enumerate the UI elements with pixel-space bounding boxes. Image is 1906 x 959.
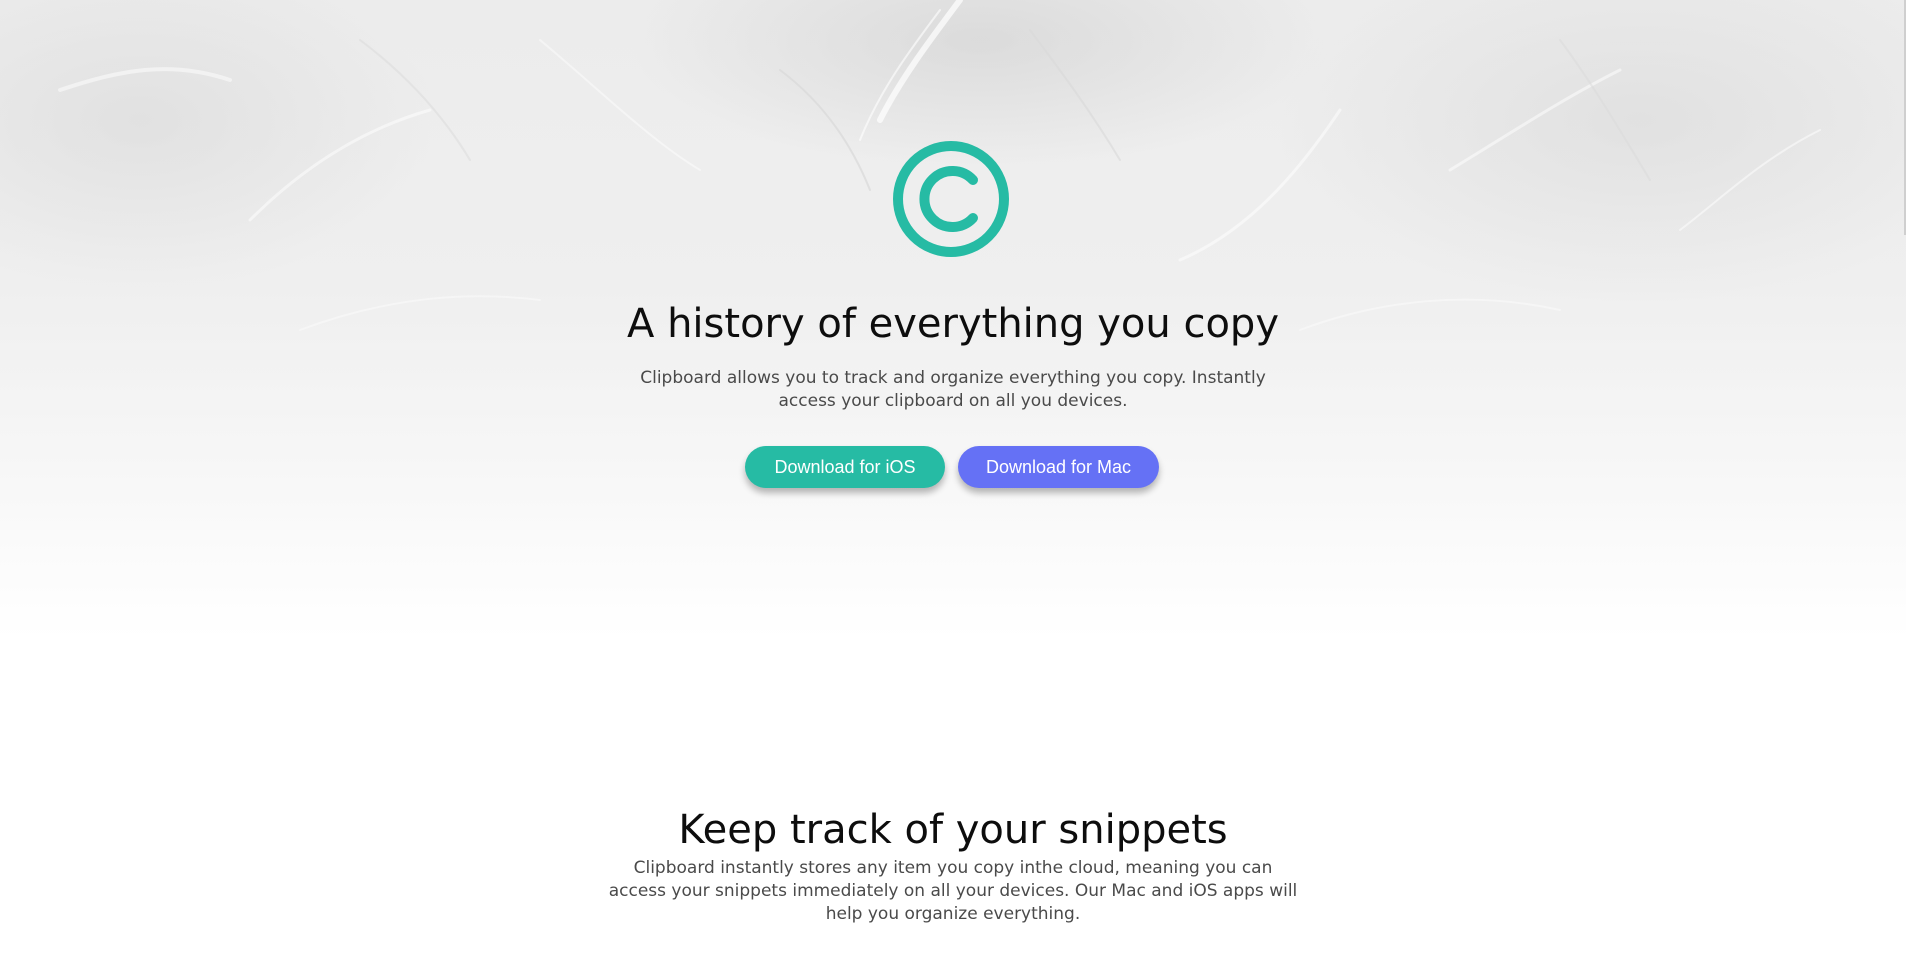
hero-description: Clipboard allows you to track and organi… <box>640 368 1266 411</box>
clipboard-logo <box>891 139 1011 259</box>
copyright-icon <box>893 141 1009 257</box>
download-mac-button[interactable]: Download for Mac <box>958 446 1159 488</box>
hero-title: A history of everything you copy <box>627 301 1279 347</box>
snippets-title: Keep track of your snippets <box>678 807 1228 853</box>
snippets-description: Clipboard instantly stores any item you … <box>608 858 1298 924</box>
download-ios-button[interactable]: Download for iOS <box>745 446 945 488</box>
